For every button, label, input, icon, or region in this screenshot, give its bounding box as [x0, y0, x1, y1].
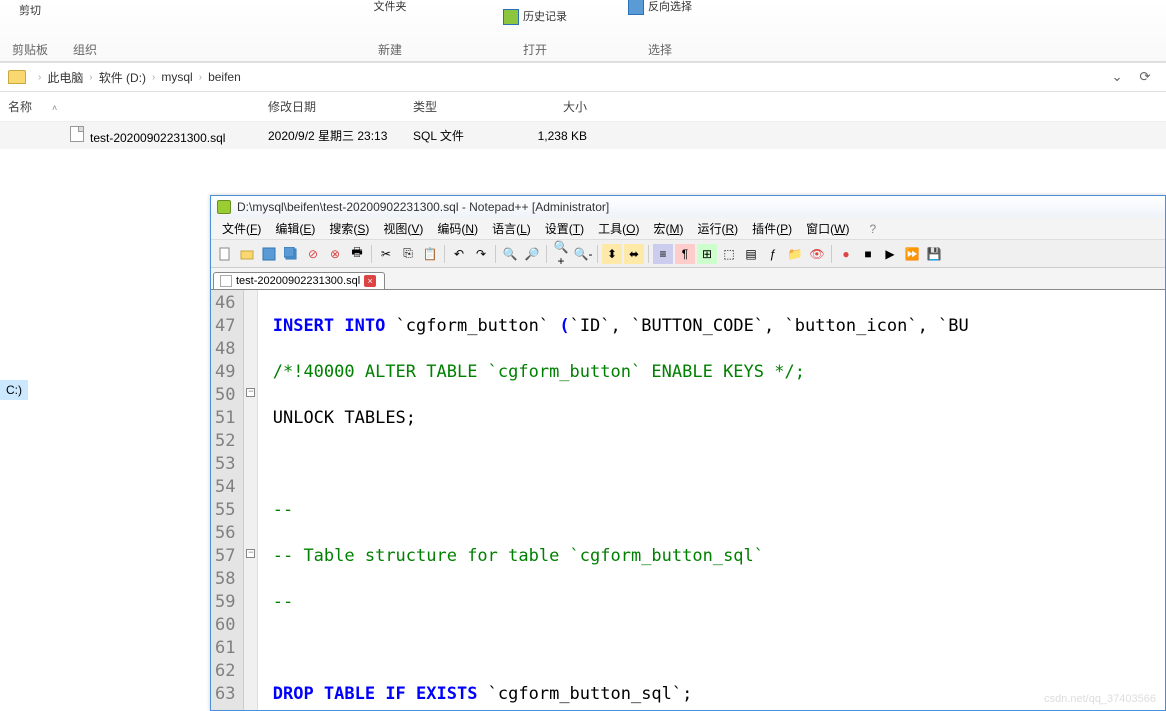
file-modified: 2020/9/2 星期三 23:13 [260, 127, 405, 144]
redo-icon[interactable]: ↷ [471, 244, 491, 264]
file-name: test-20200902231300.sql [90, 131, 225, 145]
nav-item-c[interactable]: C:) [0, 380, 28, 400]
find-icon[interactable]: 🔍 [500, 244, 520, 264]
fold-box-icon[interactable]: − [246, 388, 255, 397]
new-folder-button[interactable]: 文件夹 [368, 0, 413, 16]
copy-icon[interactable]: ⎘ [398, 244, 418, 264]
npp-title-text: D:\mysql\beifen\test-20200902231300.sql … [237, 200, 609, 214]
refresh-button[interactable]: ⟳ [1132, 66, 1158, 88]
menu-encoding[interactable]: 编码(N) [430, 218, 485, 239]
npp-tab-bar: test-20200902231300.sql × [211, 268, 1165, 290]
menu-file[interactable]: 文件(F) [215, 218, 268, 239]
col-size[interactable]: 大小 [525, 98, 595, 115]
menu-search[interactable]: 搜索(S) [322, 218, 376, 239]
group-open: 打开 [470, 41, 600, 58]
tab-file-icon [220, 275, 232, 287]
tab-sql-file[interactable]: test-20200902231300.sql × [213, 272, 385, 289]
doc-map-icon[interactable]: ▤ [741, 244, 761, 264]
tab-label: test-20200902231300.sql [236, 275, 360, 287]
folder-icon [8, 70, 26, 84]
undo-icon[interactable]: ↶ [449, 244, 469, 264]
zoom-in-icon[interactable]: 🔍+ [551, 244, 571, 264]
save-macro-icon[interactable]: 💾 [924, 244, 944, 264]
save-icon[interactable] [259, 244, 279, 264]
sort-asc-icon: ˄ [52, 103, 57, 113]
menu-lang[interactable]: 语言(L) [485, 218, 538, 239]
sync-h-icon[interactable]: ⬌ [624, 244, 644, 264]
code-content[interactable]: INSERT INTO `cgform_button` (`ID`, `BUTT… [258, 290, 972, 710]
group-org: 组织 [0, 41, 170, 58]
group-new: 新建 [320, 41, 460, 58]
npp-app-icon [217, 200, 231, 214]
monitor-icon[interactable]: 👁 [807, 244, 827, 264]
col-modified[interactable]: 修改日期 [260, 98, 405, 115]
record-macro-icon[interactable]: ● [836, 244, 856, 264]
stop-macro-icon[interactable]: ■ [858, 244, 878, 264]
line-number-gutter: 464748495051525354555657585960616263 [211, 290, 244, 710]
indent-guide-icon[interactable]: ⊞ [697, 244, 717, 264]
play-multi-icon[interactable]: ⏩ [902, 244, 922, 264]
play-macro-icon[interactable]: ▶ [880, 244, 900, 264]
editor-area[interactable]: 464748495051525354555657585960616263 − −… [211, 290, 1165, 710]
save-all-icon[interactable] [281, 244, 301, 264]
menu-window[interactable]: 窗口(W) [799, 218, 856, 239]
history-icon [503, 9, 519, 25]
path-seg-mysql[interactable]: mysql [161, 70, 192, 84]
watermark: csdn.net/qq_37403566 [1044, 693, 1156, 705]
func-list-icon[interactable]: ƒ [763, 244, 783, 264]
cut-icon[interactable]: ✂ [376, 244, 396, 264]
wordwrap-icon[interactable]: ≡ [653, 244, 673, 264]
group-select: 选择 [600, 41, 720, 58]
menu-view[interactable]: 视图(V) [376, 218, 430, 239]
menu-help[interactable]: ? [862, 220, 883, 238]
file-row[interactable]: test-20200902231300.sql 2020/9/2 星期三 23:… [0, 122, 1166, 149]
open-file-icon[interactable] [237, 244, 257, 264]
npp-toolbar: ⊘ ⊗ 🖶 ✂ ⎘ 📋 ↶ ↷ 🔍 🔎 🔍+ 🔍- ⬍ ⬌ ≡ ¶ ⊞ ⬚ ▤ … [211, 240, 1165, 268]
folder-view-icon[interactable]: 📁 [785, 244, 805, 264]
menu-settings[interactable]: 设置(T) [538, 218, 591, 239]
invert-icon [628, 0, 644, 15]
explorer-ribbon: 剪切 剪贴板 组织 文件夹 新建 历史记录 打开 反向选择 选择 [0, 0, 1166, 62]
fold-margin[interactable]: − − [244, 290, 258, 710]
paste-icon[interactable]: 📋 [420, 244, 440, 264]
close-all-icon[interactable]: ⊗ [325, 244, 345, 264]
path-seg-beifen[interactable]: beifen [208, 70, 241, 84]
path-seg-drive[interactable]: 软件 (D:) [99, 69, 146, 86]
file-icon [70, 126, 84, 142]
file-list-header: 名称˄ 修改日期 类型 大小 [0, 92, 1166, 122]
show-all-icon[interactable]: ¶ [675, 244, 695, 264]
tab-close-icon[interactable]: × [364, 275, 376, 287]
invert-select-button[interactable]: 反向选择 [622, 0, 698, 17]
path-dropdown-button[interactable]: ⌄ [1104, 66, 1130, 88]
close-icon[interactable]: ⊘ [303, 244, 323, 264]
menu-tools[interactable]: 工具(O) [591, 218, 646, 239]
npp-titlebar[interactable]: D:\mysql\beifen\test-20200902231300.sql … [211, 196, 1165, 218]
file-size: 1,238 KB [525, 129, 595, 143]
file-type: SQL 文件 [405, 127, 525, 144]
col-name[interactable]: 名称˄ [0, 98, 260, 115]
col-type[interactable]: 类型 [405, 98, 525, 115]
path-seg-pc[interactable]: 此电脑 [47, 69, 83, 86]
fold-box-icon[interactable]: − [246, 549, 255, 558]
zoom-out-icon[interactable]: 🔍- [573, 244, 593, 264]
menu-plugins[interactable]: 插件(P) [745, 218, 799, 239]
address-bar[interactable]: › 此电脑 › 软件 (D:) › mysql › beifen ⌄ ⟳ [0, 62, 1166, 92]
menu-run[interactable]: 运行(R) [690, 218, 745, 239]
menu-macro[interactable]: 宏(M) [646, 218, 690, 239]
notepadpp-window: D:\mysql\beifen\test-20200902231300.sql … [210, 195, 1166, 711]
sync-v-icon[interactable]: ⬍ [602, 244, 622, 264]
menu-edit[interactable]: 编辑(E) [268, 218, 322, 239]
udl-icon[interactable]: ⬚ [719, 244, 739, 264]
print-icon[interactable]: 🖶 [347, 244, 367, 264]
replace-icon[interactable]: 🔎 [522, 244, 542, 264]
npp-menubar: 文件(F) 编辑(E) 搜索(S) 视图(V) 编码(N) 语言(L) 设置(T… [211, 218, 1165, 240]
nav-pane: C:) [0, 380, 28, 400]
history-button[interactable]: 历史记录 [497, 6, 573, 27]
new-file-icon[interactable] [215, 244, 235, 264]
